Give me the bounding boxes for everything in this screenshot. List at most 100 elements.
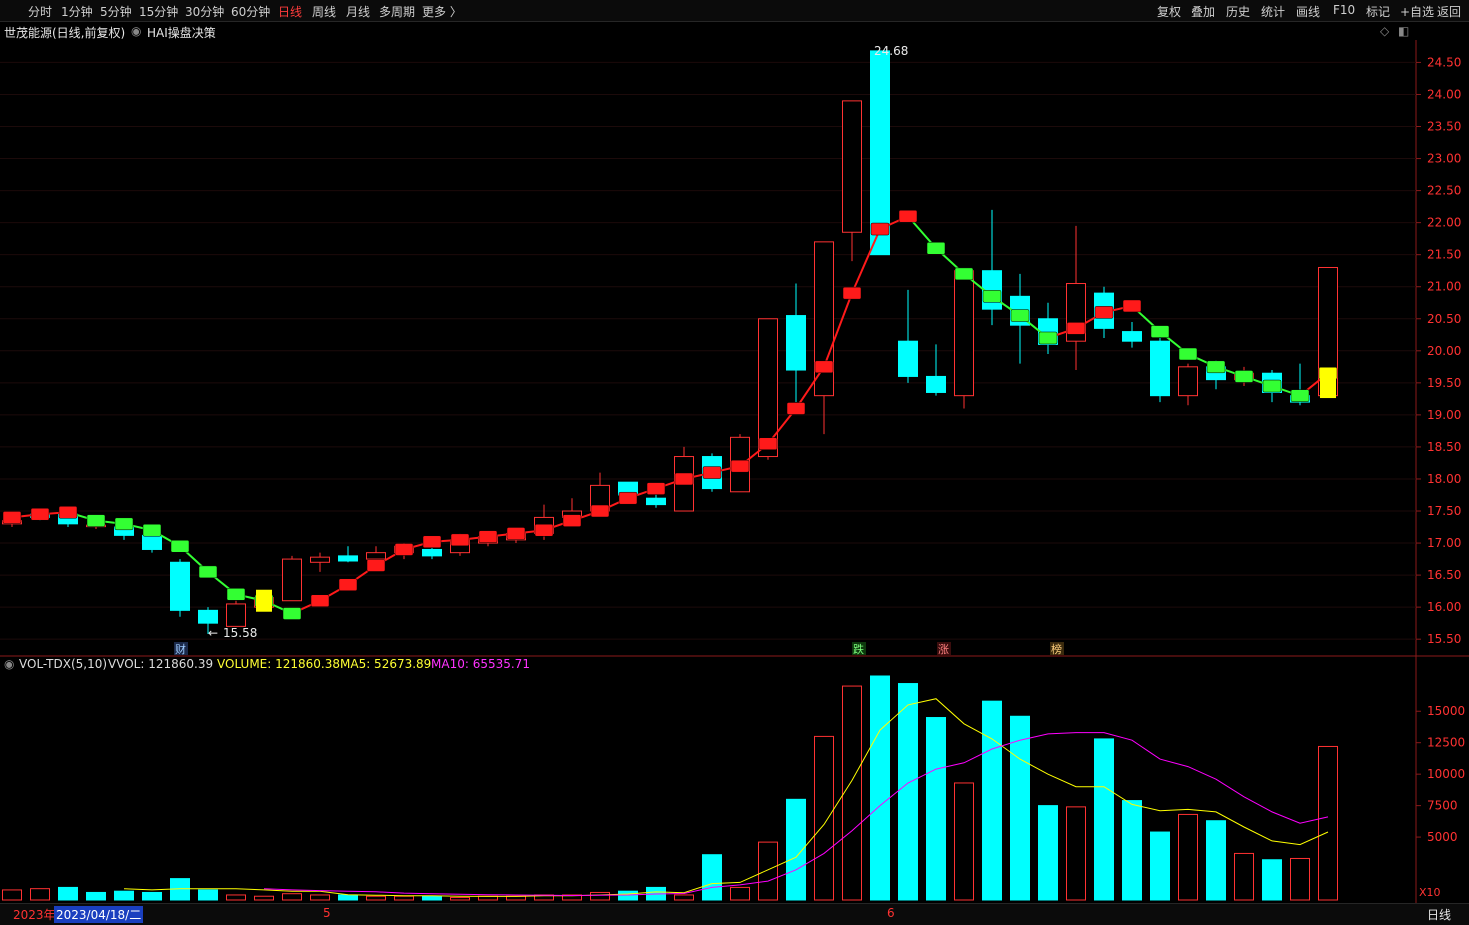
price-tick-label: 16.00 [1427, 600, 1461, 614]
price-tick-label: 22.50 [1427, 184, 1461, 198]
volume-tick-label: 7500 [1427, 799, 1458, 813]
ma-block [450, 533, 470, 547]
candle-body [842, 100, 862, 233]
volume-bar [338, 894, 358, 901]
ma-block [534, 523, 554, 537]
price-tick-label: 15.50 [1427, 632, 1461, 646]
candle-body [1178, 366, 1198, 397]
volume-bar [1318, 745, 1338, 901]
volume-bar [814, 735, 834, 901]
low-arrow-icon: ← [208, 626, 218, 640]
candle-body [198, 609, 218, 624]
volume-tick-label: 15000 [1427, 704, 1465, 718]
candles-group [2, 50, 1338, 635]
ma-block [1178, 347, 1198, 361]
ma-block [674, 472, 694, 486]
volume-bar [674, 894, 694, 901]
volume-info-bar: ◉ VOL-TDX(5,10) VVOL: 121860.39 VOLUME: … [0, 656, 1469, 672]
price-tick-label: 20.00 [1427, 344, 1461, 358]
vol-toggle-icon[interactable]: ◉ [4, 657, 14, 671]
volume-ma5-line [123, 698, 1329, 897]
volume-bar [618, 890, 638, 901]
volume-value: VOLUME: 121860.38 [217, 657, 340, 671]
volume-bar [58, 886, 78, 901]
volume-axis: 15000 12500 10000 7500 5000 [1416, 704, 1465, 844]
volume-bar [1206, 820, 1226, 901]
ma-block [1010, 309, 1030, 322]
month-label-6: 6 [887, 906, 895, 920]
volume-bar [422, 895, 442, 901]
candle-body [338, 555, 358, 562]
price-tick-label: 22.00 [1427, 216, 1461, 230]
volume-bar [1290, 857, 1310, 901]
ma-block [198, 565, 218, 579]
volume-bar [982, 700, 1002, 901]
volume-bar [198, 889, 218, 901]
price-tick-label: 19.00 [1427, 408, 1461, 422]
ma-block [898, 209, 918, 223]
volume-bar [114, 890, 134, 901]
price-tick-label: 16.50 [1427, 568, 1461, 582]
volume-tick-label: 12500 [1427, 736, 1465, 750]
ma-block [702, 466, 722, 479]
volume-bar [1094, 738, 1114, 901]
ma-block [394, 543, 414, 556]
volume-bar [450, 896, 470, 901]
ma-block [870, 222, 890, 236]
ma-block [338, 578, 358, 591]
ma-block [1234, 370, 1254, 383]
ma-block [590, 504, 610, 518]
finance-badge[interactable]: 财 [175, 642, 186, 656]
ma-block [982, 290, 1002, 303]
ma5-value: MA5: 52673.89 [340, 657, 432, 671]
ma-block [758, 437, 778, 450]
price-tick-label: 18.50 [1427, 440, 1461, 454]
volume-bar [1262, 859, 1282, 901]
vol-indicator-name[interactable]: VOL-TDX(5,10) [19, 657, 107, 671]
volume-bar [758, 841, 778, 901]
volume-bar [366, 895, 386, 901]
candle-body [1150, 340, 1170, 397]
price-tick-label: 20.50 [1427, 312, 1461, 326]
date-axis-bar: 2023年 2023/04/18/二 5 6 日线 [0, 903, 1469, 925]
high-price-label: 24.68 [874, 44, 908, 58]
ma-block [1038, 331, 1058, 345]
ma10-value: MA10: 65535.71 [431, 657, 530, 671]
price-axis: 24.50 24.00 23.50 23.00 22.50 22.00 21.50 21.00… [1416, 55, 1461, 646]
candle-body [926, 375, 946, 393]
ma-block [842, 286, 862, 300]
price-tick-label: 17.50 [1427, 504, 1461, 518]
candle-body [646, 497, 666, 506]
ma-block [506, 527, 526, 540]
volume-bar [1066, 806, 1086, 901]
volume-bar [926, 717, 946, 901]
ma-block [1066, 322, 1086, 335]
price-tick-label: 18.00 [1427, 472, 1461, 486]
kline-chart[interactable]: 24.50 24.00 23.50 23.00 22.50 22.00 21.50 21.00… [0, 0, 1469, 924]
signal-block [1320, 376, 1336, 399]
volume-bar [86, 891, 106, 901]
price-tick-label: 24.00 [1427, 87, 1461, 101]
candle-body [422, 548, 442, 557]
ma-block [954, 267, 974, 281]
volume-bar [254, 895, 274, 901]
volume-bar [1150, 831, 1170, 901]
year-label: 2023年 [13, 908, 56, 922]
volume-bar [142, 891, 162, 901]
ma-block [422, 535, 442, 549]
volume-bar [1010, 715, 1030, 901]
candle-body [366, 552, 386, 560]
drop-badge[interactable]: 跌 [853, 642, 864, 656]
rise-badge[interactable]: 涨 [938, 643, 949, 656]
volume-bar [702, 854, 722, 901]
rank-badge[interactable]: 榜 [1051, 642, 1062, 656]
ma-block [366, 559, 386, 572]
ma-block [926, 242, 946, 255]
month-label-5: 5 [323, 906, 331, 920]
signal-block [256, 589, 272, 612]
price-tick-label: 24.50 [1427, 55, 1461, 69]
volume-bar [590, 891, 610, 901]
ma-block [1262, 379, 1282, 393]
ma-block [86, 514, 106, 527]
ma-block [478, 530, 498, 543]
